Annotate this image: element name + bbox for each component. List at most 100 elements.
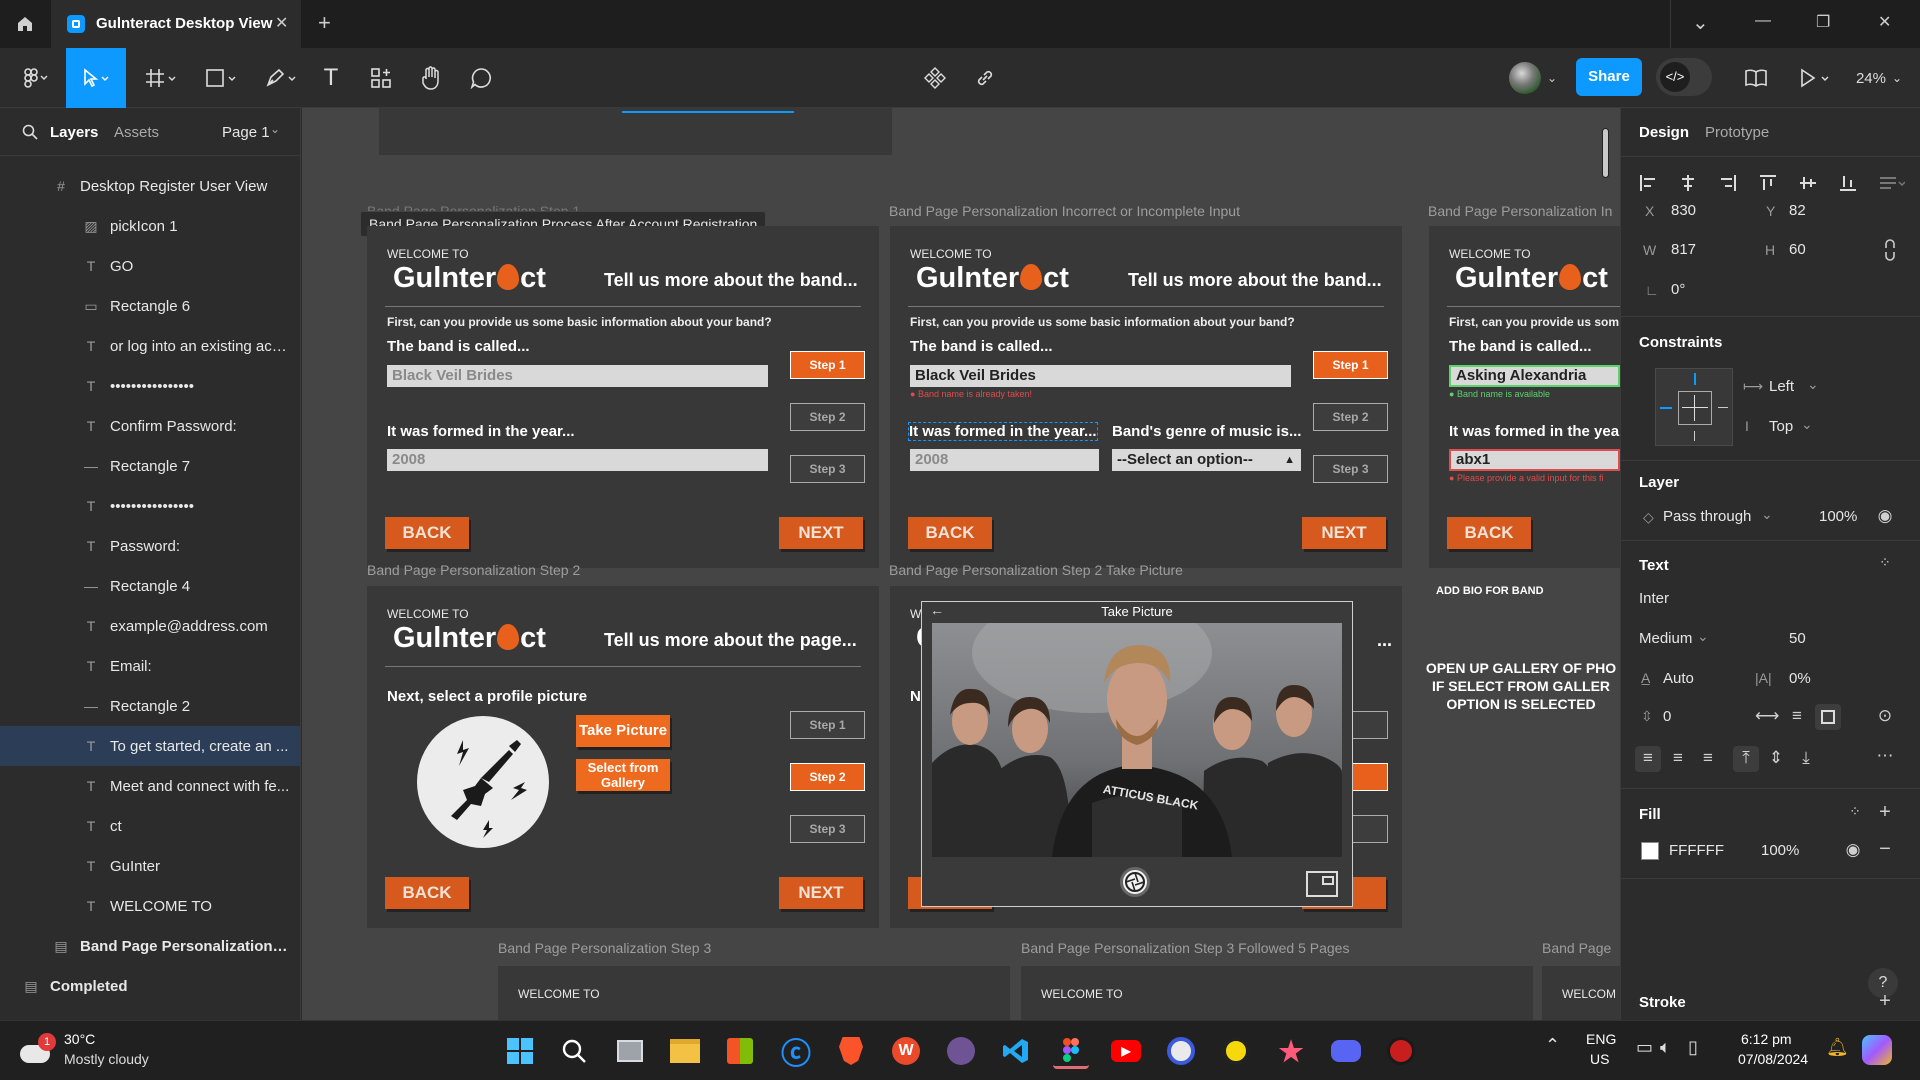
step2-button[interactable]: Step 2 — [790, 763, 865, 791]
start-button[interactable] — [502, 1033, 538, 1069]
search-taskbar-button[interactable] — [556, 1033, 592, 1069]
frame-step1[interactable]: WELCOME TO Gulnter ct Tell us more about … — [367, 226, 879, 568]
layer-row[interactable]: #Forgot Password — [0, 1006, 300, 1021]
horizontal-constraint[interactable]: Left — [1769, 378, 1794, 395]
frame-available-input[interactable]: WELCOME TO Gulnter ct First, can you prov… — [1429, 226, 1620, 568]
constraint-widget[interactable] — [1655, 368, 1733, 446]
constrain-proportions-icon[interactable] — [1883, 239, 1897, 261]
layer-row[interactable]: ▭ Rectangle 6 — [0, 286, 300, 326]
band-name-input[interactable]: Asking Alexandria — [1449, 365, 1620, 387]
text-tool-icon[interactable]: T — [314, 48, 348, 108]
frame-label[interactable]: Band Page Personalization Step 3 Followe… — [1021, 940, 1349, 956]
components-button[interactable] — [918, 48, 952, 108]
layer-row[interactable]: T GO — [0, 246, 300, 286]
x-field[interactable]: 830 — [1671, 202, 1696, 219]
more-options-icon[interactable]: ⋯ — [1873, 746, 1897, 766]
language-1[interactable]: ENG — [1586, 1031, 1616, 1047]
profile-picture-placeholder[interactable] — [417, 716, 549, 848]
constraint-right[interactable] — [1718, 407, 1728, 408]
chevron-down-icon[interactable]: ⌄ — [1692, 10, 1709, 35]
frame-tool-button[interactable] — [138, 48, 184, 108]
volume-muted-icon[interactable]: 🔈︎ — [1660, 1037, 1671, 1058]
distribute-icon[interactable] — [1879, 174, 1905, 192]
design-canvas[interactable]: Band Page Personalization Step 1 Band Pa… — [302, 108, 1620, 1020]
text-styles-icon[interactable]: ⁘ — [1873, 554, 1897, 571]
close-window-button[interactable]: ✕ — [1878, 12, 1891, 32]
frame-step3-followed[interactable]: WELCOME TO — [1021, 966, 1533, 1020]
eye-icon[interactable]: ◉ — [1873, 506, 1897, 526]
layer-row[interactable]: T To get started, create an ... — [0, 726, 300, 766]
align-top-icon[interactable] — [1759, 174, 1777, 192]
new-tab-button[interactable]: + — [318, 10, 331, 36]
next-button[interactable]: NEXT — [1302, 517, 1386, 549]
layer-row[interactable]: ▤ Completed — [0, 966, 300, 1006]
tray-chevron-icon[interactable]: ⌃ — [1545, 1035, 1560, 1056]
brave-button[interactable] — [833, 1033, 869, 1069]
layer-row[interactable]: T •••••••••••••••• — [0, 366, 300, 406]
frame-step2-take-picture[interactable]: WE C ... Ne ← Take Picture — [890, 586, 1402, 928]
home-button[interactable] — [0, 0, 50, 48]
layer-row[interactable]: Tct — [0, 806, 300, 846]
w-field[interactable]: 817 — [1671, 241, 1696, 258]
remove-fill-icon[interactable]: − — [1873, 838, 1897, 861]
text-align-right-icon[interactable]: ≡ — [1697, 748, 1719, 768]
app-red-button[interactable] — [1383, 1033, 1419, 1069]
align-bottom-icon[interactable] — [1839, 174, 1857, 192]
frame-right-bottom[interactable]: WELCOM — [1542, 966, 1620, 1020]
app-star-button[interactable]: ★ — [1273, 1033, 1309, 1069]
step1-button[interactable]: Step 1 — [790, 351, 865, 379]
dev-mode-toggle[interactable]: </> — [1656, 58, 1712, 96]
text-align-bottom-icon[interactable]: ⤓ — [1795, 748, 1817, 768]
font-family[interactable]: Inter — [1639, 590, 1669, 607]
notification-bell-icon[interactable]: 🔔︎ — [1826, 1037, 1849, 1058]
step3-button[interactable]: Step 3 — [790, 455, 865, 483]
constraint-left[interactable] — [1660, 407, 1672, 409]
frame-step3[interactable]: WELCOME TO — [498, 966, 1010, 1020]
layer-row[interactable]: T WELCOME TO — [0, 886, 300, 926]
year-input[interactable]: abx1 — [1449, 449, 1620, 471]
task-view-button[interactable] — [612, 1033, 648, 1069]
app-s-button[interactable] — [1163, 1033, 1199, 1069]
constraint-bottom[interactable] — [1694, 431, 1695, 441]
layer-row[interactable]: ▤ Band Page Personalization Pr... — [0, 926, 300, 966]
frame-register-view[interactable] — [379, 108, 892, 155]
band-name-input[interactable]: Black Veil Brides — [910, 365, 1291, 387]
vertical-constraint[interactable]: Top — [1769, 418, 1793, 435]
text-align-middle-icon[interactable]: ⇕ — [1765, 748, 1787, 768]
gallery-switch-button[interactable] — [1306, 871, 1338, 897]
letter-spacing[interactable]: 0% — [1789, 670, 1811, 687]
next-button[interactable]: NEXT — [779, 877, 863, 909]
layer-row[interactable]: — Rectangle 2 — [0, 686, 300, 726]
copilot-icon[interactable] — [1862, 1035, 1892, 1065]
layer-row[interactable]: — Rectangle 7 — [0, 446, 300, 486]
add-bio-note[interactable]: ADD BIO FOR BAND — [1436, 585, 1544, 597]
shape-tool-button[interactable] — [198, 48, 244, 108]
main-menu-button[interactable] — [10, 48, 60, 108]
add-fill-icon[interactable]: + — [1873, 801, 1897, 824]
hand-tool-button[interactable] — [414, 48, 448, 108]
store-button[interactable] — [722, 1033, 758, 1069]
auto-height-icon[interactable]: ≡ — [1785, 706, 1809, 726]
band-name-input[interactable]: Black Veil Brides — [387, 365, 768, 387]
layer-row[interactable]: Tor log into an existing acc... — [0, 326, 300, 366]
layer-row[interactable]: T Password: — [0, 526, 300, 566]
browser-c-button[interactable]: ⓒ — [778, 1033, 814, 1071]
tab-design[interactable]: Design — [1639, 124, 1689, 141]
battery-icon[interactable]: ▯ — [1688, 1037, 1698, 1058]
close-tab-icon[interactable]: ✕ — [275, 13, 288, 33]
align-right-icon[interactable] — [1719, 174, 1737, 192]
layer-row[interactable]: ▨ pickIcon 1 — [0, 206, 300, 246]
align-center-v-icon[interactable] — [1799, 174, 1817, 192]
font-weight[interactable]: Medium — [1639, 630, 1692, 647]
github-button[interactable] — [943, 1033, 979, 1069]
clock-time[interactable]: 6:12 pm — [1741, 1031, 1792, 1047]
office-button[interactable]: W — [888, 1033, 924, 1069]
rotation-field[interactable]: 0° — [1671, 281, 1685, 298]
library-button[interactable] — [1738, 48, 1774, 108]
zoom-control[interactable]: 24% ⌄ — [1848, 48, 1910, 108]
h-field[interactable]: 60 — [1789, 241, 1806, 258]
app-yellow-button[interactable] — [1218, 1033, 1254, 1069]
fill-opacity[interactable]: 100% — [1761, 842, 1799, 859]
align-left-icon[interactable] — [1639, 174, 1657, 192]
fixed-size-button[interactable] — [1815, 704, 1841, 730]
